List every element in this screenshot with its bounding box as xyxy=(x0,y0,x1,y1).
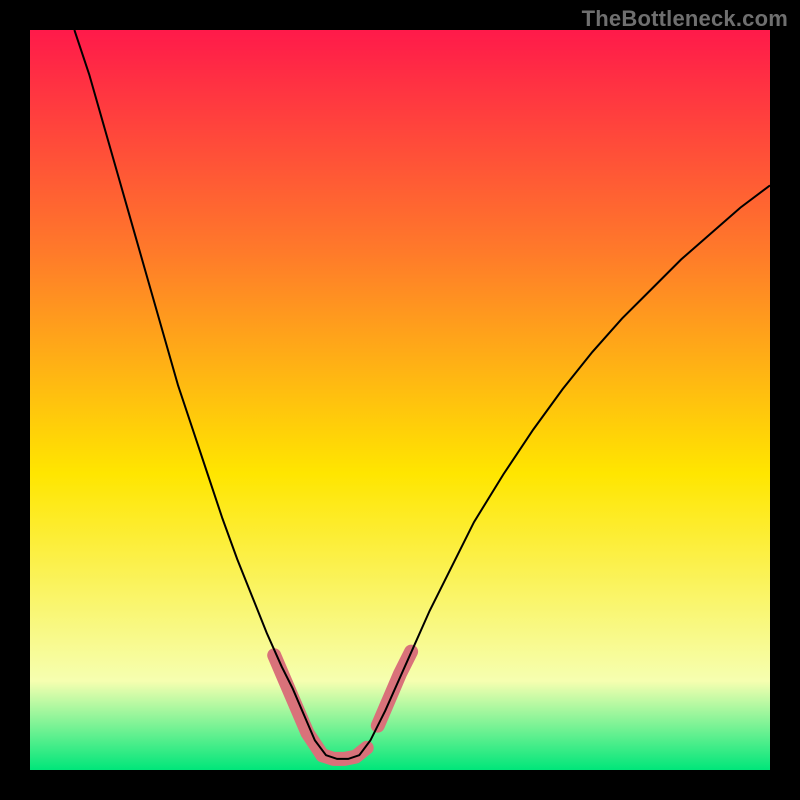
bottleneck-chart xyxy=(30,30,770,770)
watermark-text: TheBottleneck.com xyxy=(582,6,788,32)
chart-frame: TheBottleneck.com xyxy=(0,0,800,800)
